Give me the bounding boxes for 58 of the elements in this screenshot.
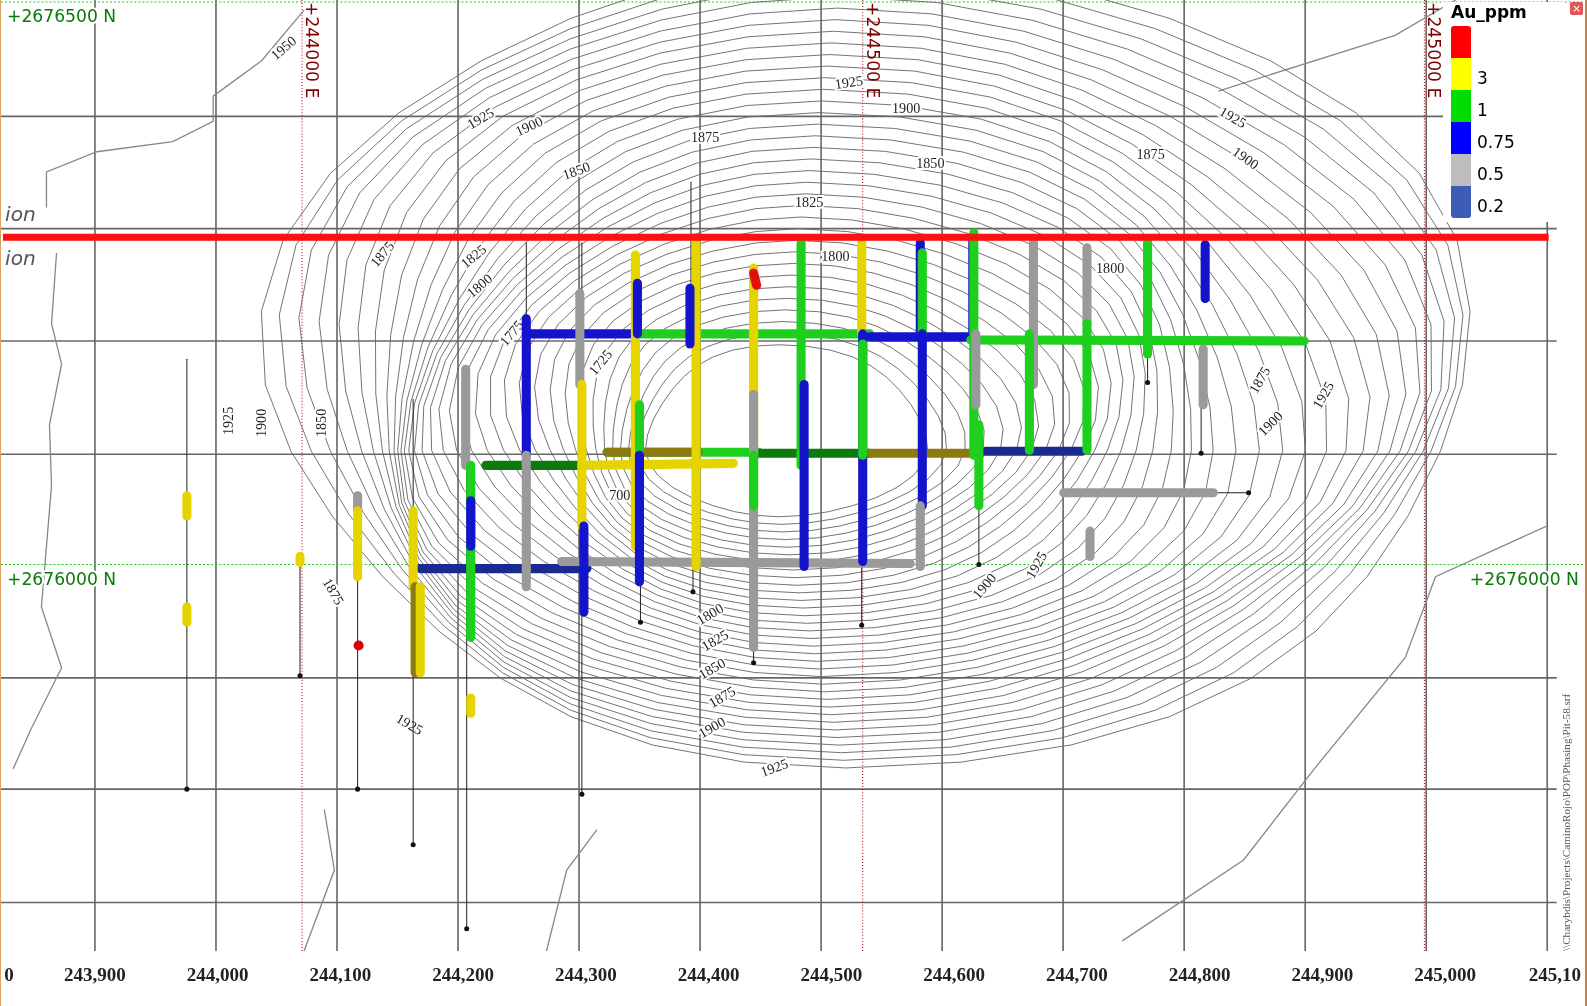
axis-tick-label: 244,200 — [432, 964, 495, 986]
contour-label: 1825 — [457, 240, 490, 272]
easting-label: +244500 E — [862, 2, 883, 99]
contour-label: 1900 — [252, 408, 269, 438]
axis-tick-label: 244,300 — [555, 964, 617, 986]
close-icon[interactable]: × — [1570, 2, 1583, 15]
contour-label: 1850 — [695, 654, 729, 683]
contour-label: 1900 — [695, 713, 729, 742]
axis-tick-label: 244,000 — [186, 964, 249, 986]
axis-tick-label: 243,900 — [64, 964, 126, 986]
file-path-label: \\Charybdis\Projects\CaminoRojo\POP\Phasing\Pit-58.srf — [1559, 693, 1572, 951]
contour-label: 1900 — [892, 100, 921, 117]
legend-label: 0.2 — [1477, 195, 1505, 218]
contour-label: 1900 — [1254, 407, 1286, 440]
contour-label: 1825 — [698, 626, 732, 655]
legend-label: 1 — [1477, 99, 1488, 122]
contour-label: 1925 — [464, 104, 497, 133]
axis-tick-label: 245,10 — [1528, 964, 1581, 986]
contour-label: 1900 — [1229, 143, 1263, 173]
legend-title: Au_ppm — [1451, 2, 1528, 22]
contour-label: 1850 — [313, 408, 330, 438]
contour-label: 1925 — [1022, 548, 1051, 582]
legend-label: 0.75 — [1477, 131, 1515, 154]
contour-label: 1925 — [1309, 378, 1338, 412]
legend-label: 0.5 — [1477, 163, 1505, 186]
contour-label: 1925 — [220, 406, 237, 436]
section-label: ion — [5, 201, 36, 226]
contour-label: 1800 — [693, 599, 727, 628]
axis-tick-label: 244,800 — [1168, 964, 1231, 986]
axis-tick-label: 244,600 — [923, 964, 985, 986]
legend-label: 3 — [1477, 67, 1488, 90]
axis-tick-label: 244,900 — [1291, 964, 1354, 986]
contour-label: 1925 — [833, 72, 864, 92]
contour-label: 1875 — [1136, 145, 1165, 162]
axis-tick-label: 244,400 — [677, 964, 740, 986]
section-label: ion — [5, 246, 36, 271]
axis-tick-label: 244,500 — [800, 964, 863, 986]
axis-tick-label: 244,100 — [309, 964, 372, 986]
axis-tick-label: 0 — [4, 964, 14, 986]
contour-label: 1875 — [705, 682, 739, 711]
northing-label: +2676000 N — [7, 568, 117, 589]
contour-label: 1800 — [463, 270, 496, 301]
easting-label: +245000 E — [1424, 2, 1445, 99]
contour-label: 1950 — [267, 32, 300, 63]
northing-label: +2676500 N — [7, 6, 117, 27]
contour-label: 1925 — [758, 755, 791, 780]
axis-tick-label: 245,000 — [1414, 964, 1476, 986]
contour-label: 1925 — [393, 710, 426, 739]
axis-tick-label: 244,700 — [1046, 964, 1108, 986]
contour-label: 700 — [609, 486, 631, 503]
contour-label: 1800 — [821, 248, 850, 264]
contour-label: 1875 — [1245, 363, 1274, 397]
easting-label: +244000 E — [302, 2, 323, 99]
contour-label: 1925 — [1216, 103, 1250, 132]
contour-label: 1850 — [560, 158, 593, 183]
contour-label: 1875 — [319, 575, 348, 608]
contour-label: 1800 — [1096, 260, 1125, 277]
contour-label: 1900 — [512, 112, 546, 140]
